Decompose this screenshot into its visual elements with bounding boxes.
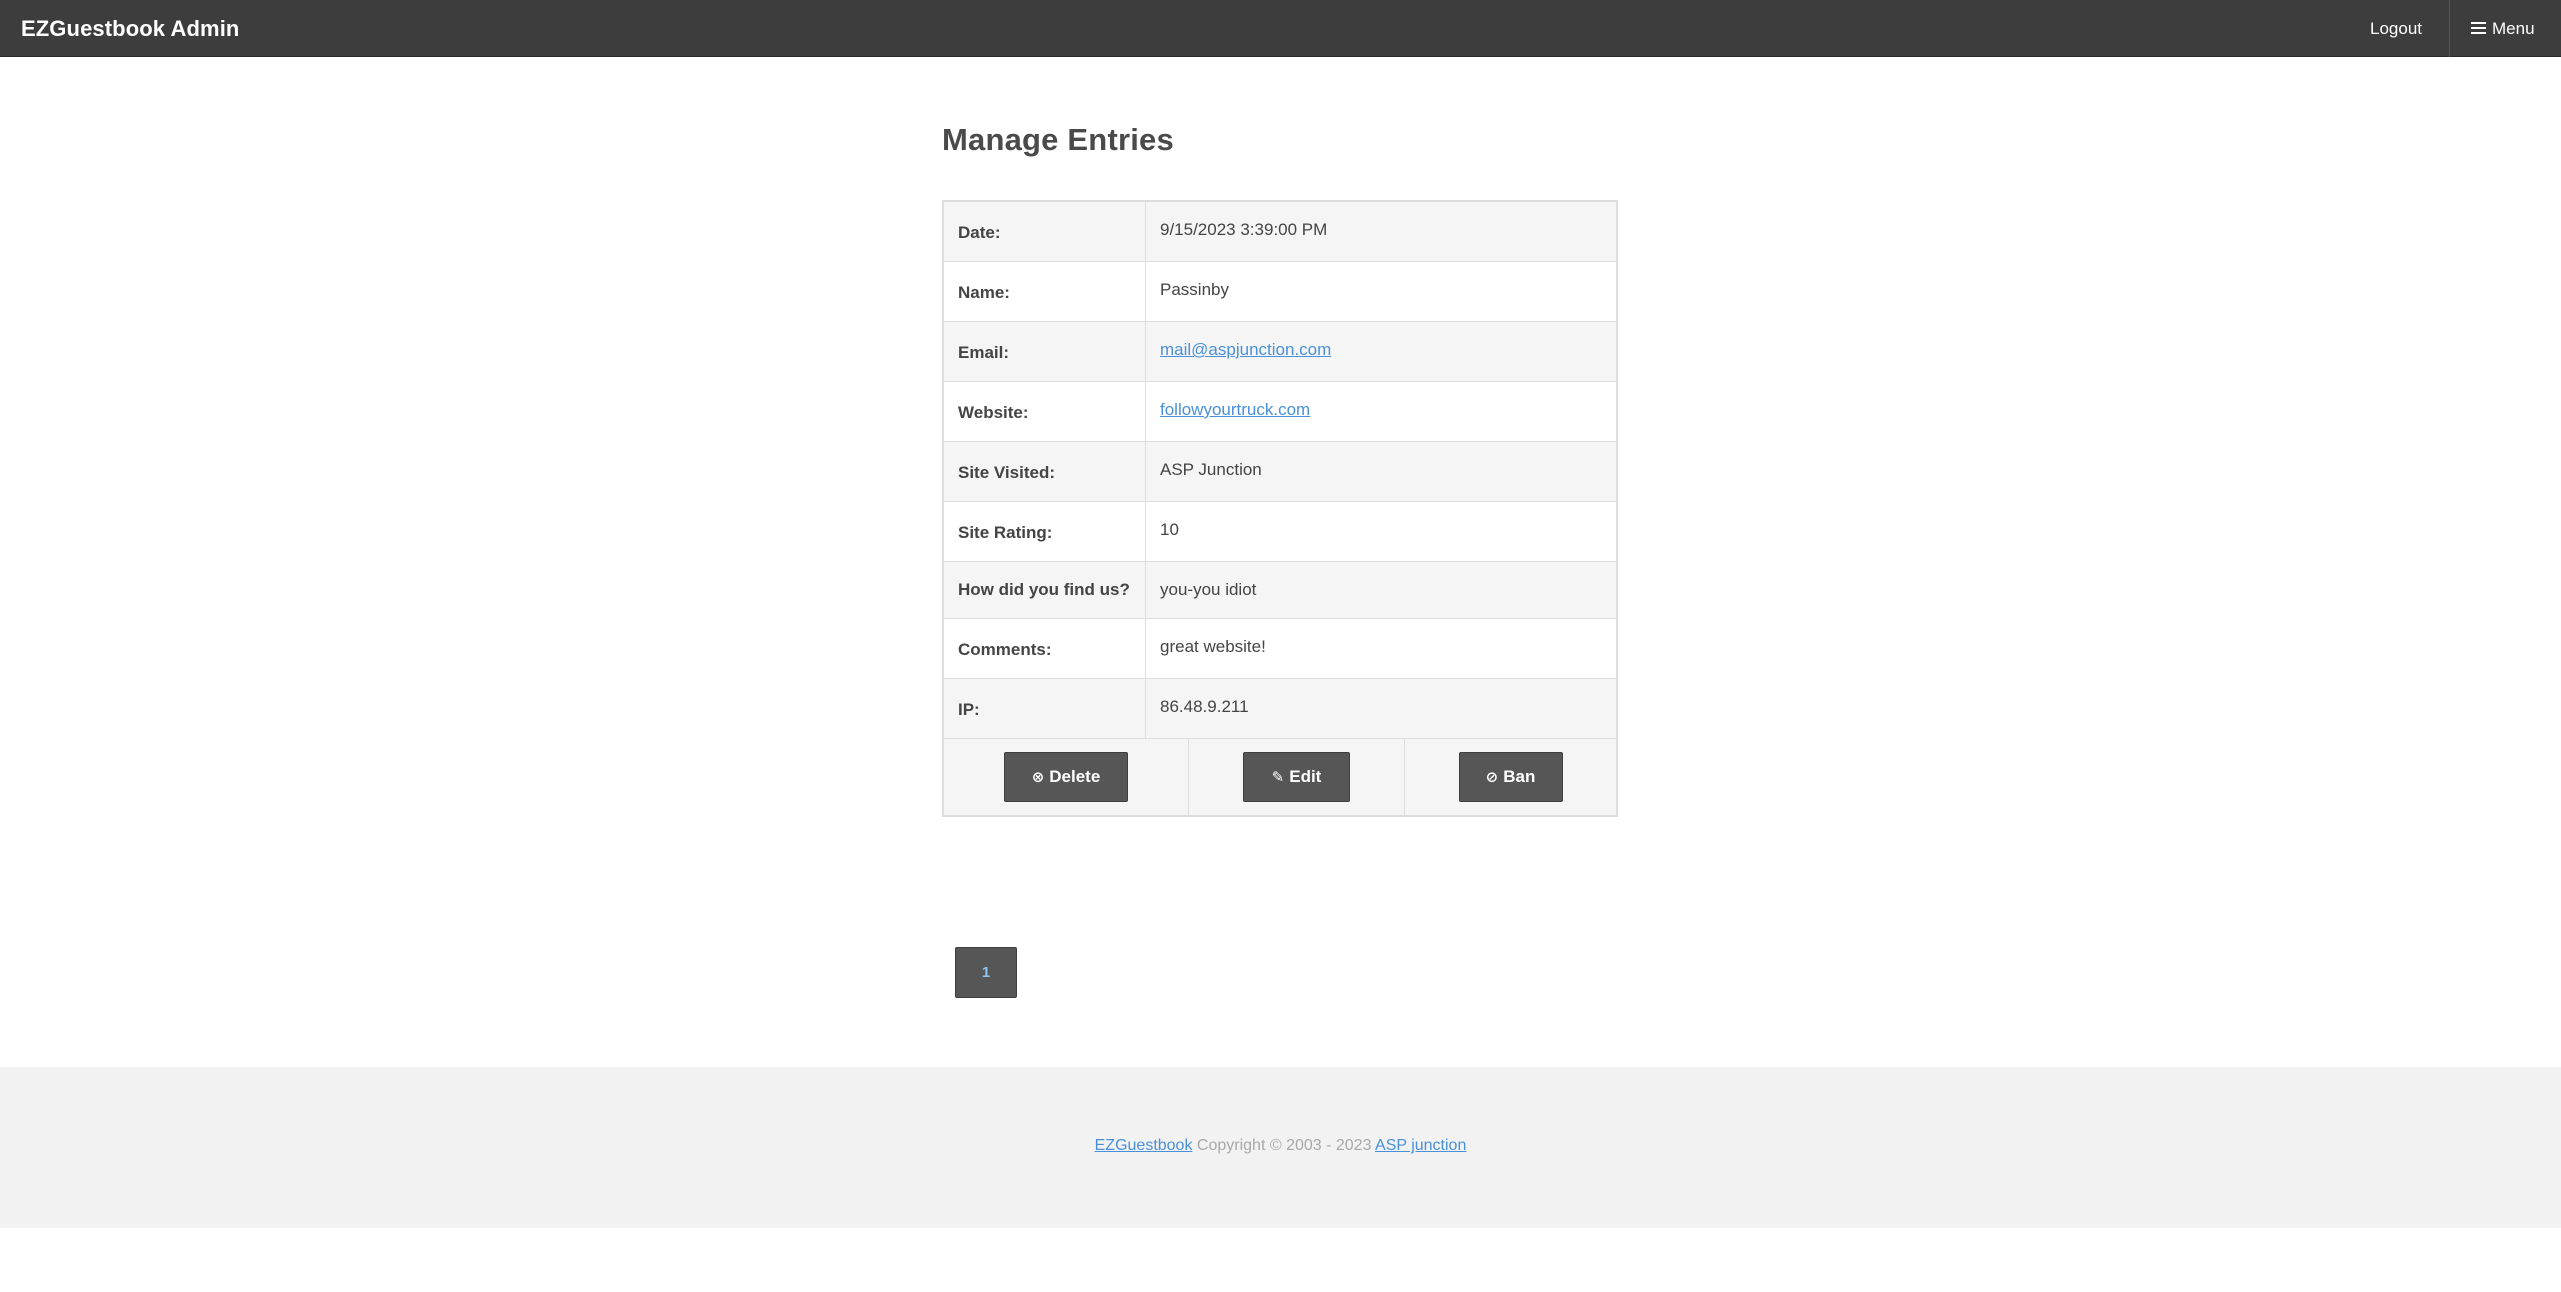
entry-actions: ⊗ Delete ✎ Edit ⊘ Ban — [944, 739, 1616, 815]
row-label: Site Rating: — [944, 502, 1146, 561]
page-title: Manage Entries — [942, 122, 1174, 157]
table-row-comments: Comments: great website! — [944, 619, 1616, 679]
top-navbar: EZGuestbook Admin Logout Menu — [0, 0, 2561, 57]
table-row-email: Email: mail@aspjunction.com — [944, 322, 1616, 382]
delete-button[interactable]: ⊗ Delete — [1004, 752, 1128, 802]
row-label: Date: — [944, 202, 1146, 261]
edit-icon: ✎ — [1271, 768, 1285, 786]
row-value: 86.48.9.211 — [1160, 697, 1249, 716]
times-circle-icon: ⊗ — [1031, 768, 1045, 786]
table-row-site-visited: Site Visited: ASP Junction — [944, 442, 1616, 502]
delete-cell: ⊗ Delete — [944, 739, 1189, 815]
row-value: followyourtruck.com — [1146, 382, 1616, 441]
logout-link[interactable]: Logout — [2343, 0, 2449, 57]
row-value: great website! — [1160, 637, 1266, 656]
ban-cell: ⊘ Ban — [1405, 739, 1616, 815]
menu-label: Menu — [2492, 19, 2535, 38]
ban-label: Ban — [1503, 767, 1536, 786]
footer-product-link[interactable]: EZGuestbook — [1095, 1137, 1193, 1154]
row-value: mail@aspjunction.com — [1146, 322, 1616, 381]
edit-cell: ✎ Edit — [1189, 739, 1405, 815]
edit-label: Edit — [1289, 767, 1322, 786]
delete-label: Delete — [1049, 767, 1101, 786]
hamburger-icon — [2471, 22, 2486, 35]
row-value: ASP Junction — [1160, 460, 1262, 479]
footer: EZGuestbook Copyright © 2003 - 2023 ASP … — [0, 1067, 2561, 1228]
footer-text: EZGuestbook Copyright © 2003 - 2023 ASP … — [0, 1137, 2561, 1155]
ban-button[interactable]: ⊘ Ban — [1458, 752, 1563, 802]
row-value: you-you idiot — [1160, 580, 1257, 599]
footer-company-link[interactable]: ASP junction — [1375, 1137, 1466, 1154]
email-link[interactable]: mail@aspjunction.com — [1160, 340, 1331, 359]
footer-copyright: Copyright © 2003 - 2023 — [1196, 1137, 1372, 1154]
row-label: IP: — [944, 679, 1146, 738]
row-label: How did you find us? — [944, 562, 1146, 618]
entry-details-table: Date: 9/15/2023 3:39:00 PM Name: Passinb… — [942, 200, 1618, 817]
row-label: Email: — [944, 322, 1146, 381]
table-row-website: Website: followyourtruck.com — [944, 382, 1616, 442]
table-row-how-found: How did you find us? you-you idiot — [944, 562, 1616, 619]
ban-icon: ⊘ — [1485, 768, 1499, 786]
table-row-ip: IP: 86.48.9.211 — [944, 679, 1616, 739]
row-label: Comments: — [944, 619, 1146, 678]
table-row-name: Name: Passinby — [944, 262, 1616, 322]
row-label: Website: — [944, 382, 1146, 441]
row-label: Site Visited: — [944, 442, 1146, 501]
brand-title[interactable]: EZGuestbook Admin — [21, 0, 239, 57]
pagination-page-button[interactable]: 1 — [955, 947, 1017, 998]
website-link[interactable]: followyourtruck.com — [1160, 400, 1310, 419]
menu-button[interactable]: Menu — [2450, 0, 2561, 57]
table-row-date: Date: 9/15/2023 3:39:00 PM — [944, 202, 1616, 262]
edit-button[interactable]: ✎ Edit — [1243, 752, 1350, 802]
table-row-site-rating: Site Rating: 10 — [944, 502, 1616, 562]
row-value: 10 — [1160, 520, 1179, 539]
row-value: 9/15/2023 3:39:00 PM — [1160, 220, 1328, 239]
row-value: Passinby — [1160, 280, 1229, 299]
row-label: Name: — [944, 262, 1146, 321]
